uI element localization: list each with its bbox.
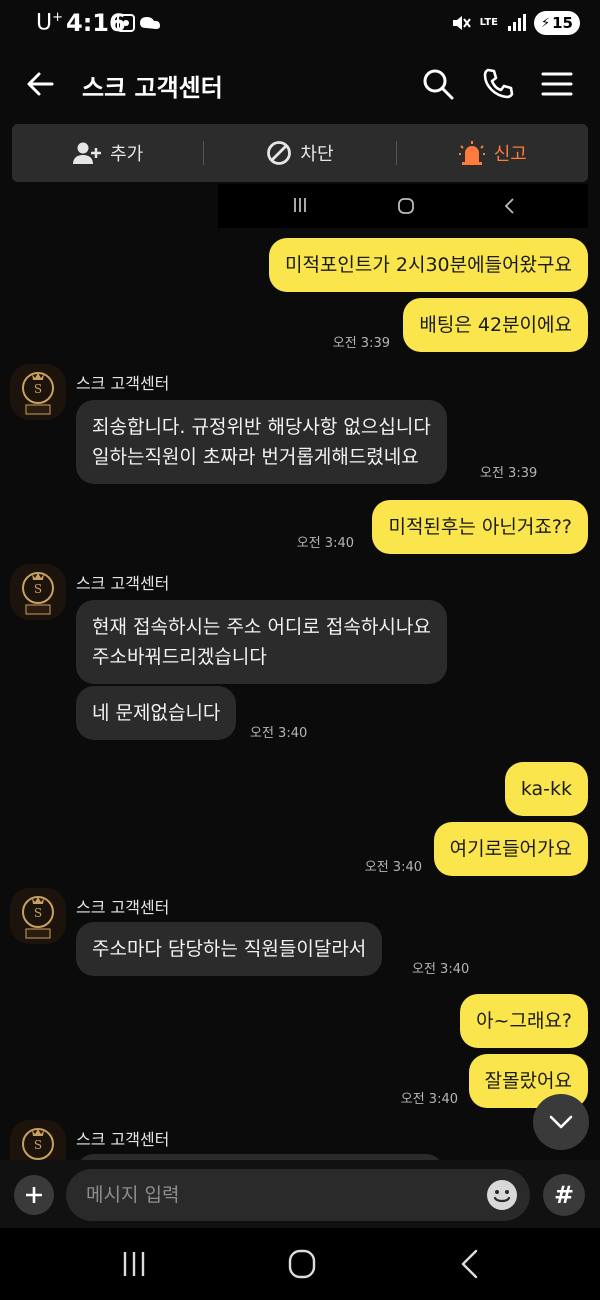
message-bubble-sent[interactable]: 여기로들어가요 — [433, 822, 588, 876]
notification-icons — [117, 14, 160, 32]
carrier: U+ — [36, 10, 64, 36]
svg-text:S: S — [34, 382, 42, 396]
sender-name: 스크 고객센터 — [76, 374, 170, 393]
logo-avatar-icon: S — [10, 1120, 66, 1160]
avatar[interactable]: S — [10, 564, 66, 620]
chat-title: 스크 고객센터 — [82, 74, 223, 102]
add-label: 추가 — [110, 144, 144, 165]
floating-nav-overlay — [218, 184, 588, 228]
siren-icon — [458, 141, 485, 165]
message-bubble-sent[interactable]: 배팅은 42분이에요 — [403, 298, 588, 352]
chat-header: 스크 고객센터 — [0, 48, 600, 120]
home-icon[interactable] — [396, 196, 416, 216]
scroll-down-button[interactable] — [533, 1094, 589, 1150]
add-friend-button[interactable]: 추가 — [12, 140, 203, 166]
recents-icon[interactable] — [292, 196, 308, 214]
sender-name: 스크 고객센터 — [76, 1130, 170, 1149]
block-icon — [267, 141, 292, 165]
avatar[interactable]: S — [10, 1120, 66, 1160]
recent-apps-icon[interactable] — [114, 1246, 154, 1282]
avatar[interactable]: S — [10, 888, 66, 944]
system-nav-bar — [0, 1228, 600, 1300]
message-bubble-sent[interactable]: 미적포인트가 2시30분에들어왔구요 — [268, 238, 588, 292]
message-bubble-sent[interactable]: ka-kk — [504, 762, 588, 816]
message-time: 오전 3:39 — [480, 466, 538, 481]
message-bubble-received[interactable]: 현재 접속하시는 주소 어디로 접속하시나요 주소바꿔드리겠습니다 — [76, 600, 447, 684]
back-icon[interactable] — [502, 196, 518, 216]
report-label: 신고 — [493, 144, 527, 165]
status-bar: U+ 4:16 LTE ⚡ 15 — [0, 0, 600, 48]
message-line: 죄송합니다. 규정위반 해당사항 없으십니다 — [92, 416, 431, 438]
back-button-icon[interactable] — [450, 1246, 490, 1282]
mute-icon — [452, 16, 471, 30]
message-bubble-received[interactable]: 죄송합니다. 규정위반 해당사항 없으십니다 일하는직원이 초짜라 번거롭게해드… — [76, 400, 447, 484]
message-line: 일하는직원이 초짜라 번거롭게해드렸네요 — [92, 446, 419, 468]
sender-name: 스크 고객센터 — [76, 574, 170, 593]
message-bubble-sent[interactable]: 아~그래요? — [460, 994, 588, 1048]
attach-button[interactable] — [14, 1175, 54, 1215]
message-time: 오전 3:40 — [412, 962, 470, 977]
report-button[interactable]: 신고 — [397, 140, 588, 166]
action-bar: 추가 차단 신고 — [12, 124, 588, 182]
message-bubble-sent[interactable]: 미적된후는 아닌거죠?? — [372, 500, 588, 554]
message-time: 오전 3:40 — [364, 860, 422, 875]
chevron-down-icon — [549, 1115, 573, 1129]
message-time: 오전 3:40 — [296, 536, 354, 551]
block-label: 차단 — [300, 144, 334, 165]
menu-icon[interactable] — [539, 66, 575, 102]
message-time: 오전 3:40 — [250, 726, 308, 741]
logo-avatar-icon: S — [10, 888, 66, 944]
avatar[interactable]: S — [10, 364, 66, 420]
logo-avatar-icon: S — [10, 564, 66, 620]
home-button-icon[interactable] — [282, 1246, 322, 1282]
message-time: 오전 3:39 — [332, 336, 390, 351]
svg-text:S: S — [34, 906, 42, 920]
phone-icon[interactable] — [480, 66, 516, 102]
network-type: LTE — [479, 17, 498, 28]
hashtag-search-button[interactable]: # — [543, 1174, 585, 1216]
emoji-icon[interactable] — [486, 1179, 518, 1211]
logo-avatar-icon: S — [10, 364, 66, 420]
svg-text:S: S — [34, 1138, 42, 1152]
chat-messages[interactable]: 미적포인트가 2시30분에들어왔구요 배팅은 42분이에요 오전 3:39 S … — [0, 228, 600, 1160]
plus-icon — [26, 1187, 42, 1203]
battery-indicator: ⚡ 15 — [534, 11, 580, 35]
signal-icon — [508, 14, 526, 31]
search-icon[interactable] — [420, 66, 456, 102]
add-user-icon — [73, 142, 102, 164]
message-bubble-received[interactable]: 네 문제없습니다 — [76, 686, 237, 740]
message-line: 주소바꿔드리겠습니다 — [92, 646, 267, 668]
block-button[interactable]: 차단 — [204, 140, 395, 166]
sender-name: 스크 고객센터 — [76, 898, 170, 917]
back-arrow-icon[interactable] — [22, 66, 58, 102]
message-input-bar: # — [0, 1160, 600, 1228]
svg-text:S: S — [34, 582, 42, 596]
message-field-container — [66, 1169, 530, 1221]
message-time: 오전 3:40 — [400, 1092, 458, 1107]
message-bubble-received[interactable]: 주소마다 담당하는 직원들이달라서 — [76, 922, 383, 976]
message-input[interactable] — [86, 1169, 476, 1221]
charging-icon: ⚡ — [540, 15, 551, 31]
hash-icon: # — [553, 1181, 575, 1209]
message-line: 현재 접속하시는 주소 어디로 접속하시나요 — [92, 616, 431, 638]
